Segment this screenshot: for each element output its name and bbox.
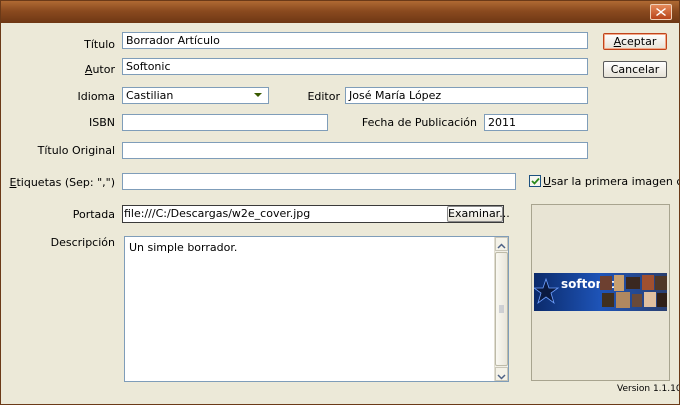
cancelar-button[interactable]: Cancelar — [603, 61, 667, 78]
aceptar-button[interactable]: Aceptar — [603, 33, 667, 50]
title-bar — [1, 1, 679, 23]
grip-icon — [499, 305, 504, 313]
fecha-input[interactable]: 2011 — [484, 114, 588, 131]
dialog-body: Título Borrador Artículo Autor Softonic … — [1, 23, 679, 404]
vertical-scrollbar[interactable] — [494, 237, 508, 381]
dialog-window: Título Borrador Artículo Autor Softonic … — [0, 0, 680, 405]
usar-imagen-checkbox[interactable] — [529, 175, 541, 187]
scroll-down-button[interactable] — [495, 367, 508, 381]
isbn-label: ISBN — [88, 116, 115, 129]
titulo-original-label: Título Original — [37, 144, 115, 157]
descripcion-label: Descripción — [50, 236, 115, 249]
etiquetas-label: Etiquetas (Sep: ",") — [9, 176, 115, 189]
idioma-label: Idioma — [77, 90, 115, 103]
close-button[interactable] — [650, 4, 672, 20]
idioma-select[interactable]: Castilian — [122, 87, 269, 104]
examinar-button[interactable]: Examinar... — [447, 206, 510, 222]
scroll-thumb[interactable] — [495, 252, 508, 366]
autor-label: Autor — [84, 63, 115, 76]
scroll-up-button[interactable] — [495, 237, 508, 251]
titulo-label: Título — [84, 38, 115, 51]
idioma-value: Castilian — [126, 89, 174, 102]
isbn-input[interactable] — [122, 114, 328, 131]
editor-input[interactable]: José María López — [345, 87, 588, 104]
version-label: Version 1.1.10 — [617, 384, 680, 394]
usar-imagen-label[interactable]: Usar la primera imagen com — [543, 175, 679, 189]
cover-image: softonic — [534, 273, 667, 311]
chevron-down-icon — [254, 93, 262, 97]
cover-preview: softonic — [531, 204, 670, 381]
titulo-original-input[interactable] — [122, 142, 588, 159]
fecha-label: Fecha de Publicación — [361, 116, 477, 129]
checkmark-icon — [531, 177, 540, 185]
descripcion-textarea[interactable]: Un simple borrador. — [124, 236, 509, 382]
arrow-down-icon — [497, 374, 506, 380]
titulo-input[interactable]: Borrador Artículo — [122, 32, 588, 49]
close-icon — [656, 8, 666, 16]
autor-input[interactable]: Softonic — [122, 58, 588, 75]
etiquetas-input[interactable] — [122, 173, 516, 190]
descripcion-text: Un simple borrador. — [129, 241, 238, 254]
editor-label: Editor — [307, 90, 340, 103]
portada-label: Portada — [72, 208, 115, 221]
